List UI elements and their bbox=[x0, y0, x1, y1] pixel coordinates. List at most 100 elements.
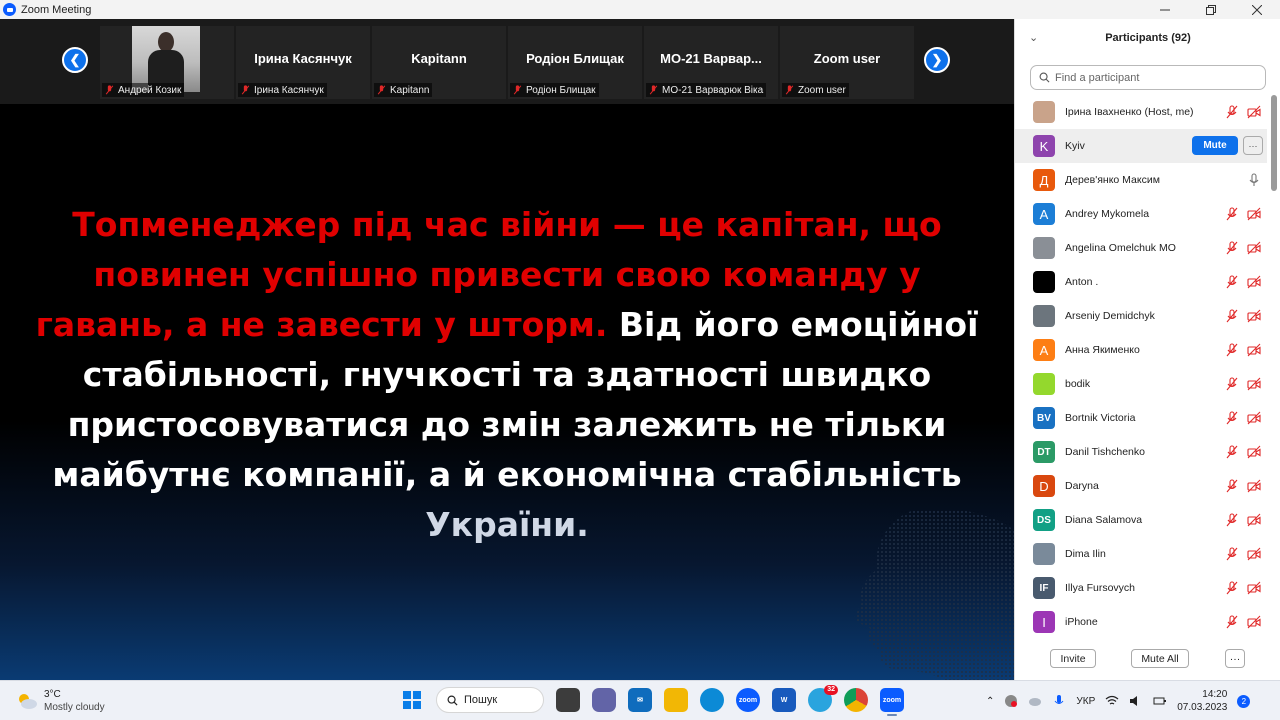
participant-row[interactable]: Arseniy Demidchyk bbox=[1015, 299, 1267, 333]
participant-row[interactable]: Dima Ilin bbox=[1015, 537, 1267, 571]
participant-row[interactable]: IF Illya Fursovych bbox=[1015, 571, 1267, 605]
participant-list-scrollbar[interactable] bbox=[1271, 95, 1277, 635]
avatar: DS bbox=[1033, 509, 1055, 531]
tile-name-label: Kapitann bbox=[374, 83, 433, 97]
mic-off-icon bbox=[513, 85, 522, 95]
word-icon[interactable]: W bbox=[772, 688, 796, 712]
previous-page-button[interactable]: ❮ bbox=[62, 47, 88, 73]
taskbar-apps: Пошук ✉ zoom W 32 zoom bbox=[400, 685, 904, 716]
video-off-icon bbox=[1247, 309, 1261, 323]
avatar bbox=[1033, 101, 1055, 123]
participant-row[interactable]: А Анна Якименко bbox=[1015, 333, 1267, 367]
weather-widget[interactable]: 3°C Mostly cloudy bbox=[16, 688, 105, 714]
participant-more-button[interactable]: ··· bbox=[1243, 136, 1263, 155]
microphone-icon[interactable] bbox=[1052, 694, 1066, 708]
video-tile[interactable]: Родіон Блищак Родіон Блищак bbox=[508, 26, 642, 99]
tile-name-label: МО-21 Варварюк Віка bbox=[646, 83, 767, 97]
teams-chat-icon[interactable] bbox=[592, 688, 616, 712]
search-input[interactable] bbox=[1055, 71, 1255, 84]
participant-name: Kyiv bbox=[1065, 140, 1085, 152]
weather-condition: Mostly cloudy bbox=[44, 702, 105, 713]
window-controls bbox=[1142, 0, 1280, 19]
video-off-icon bbox=[1247, 105, 1261, 119]
mute-all-button[interactable]: Mute All bbox=[1131, 649, 1189, 668]
participant-row[interactable]: Angelina Omelchuk MO bbox=[1015, 231, 1267, 265]
show-hidden-icons-chevron-icon[interactable]: ⌃ bbox=[986, 696, 994, 707]
next-page-button[interactable]: ❯ bbox=[924, 47, 950, 73]
participant-status-icons bbox=[1247, 173, 1261, 187]
video-off-icon bbox=[1247, 547, 1261, 561]
video-tile[interactable]: Ірина Касянчук Ірина Касянчук bbox=[236, 26, 370, 99]
cloud-icon[interactable] bbox=[1028, 694, 1042, 708]
taskbar-search[interactable]: Пошук bbox=[436, 687, 544, 713]
zoom-app-icon[interactable]: zoom bbox=[736, 688, 760, 712]
video-off-icon bbox=[1247, 479, 1261, 493]
avatar: А bbox=[1033, 339, 1055, 361]
mute-participant-button[interactable]: Mute bbox=[1192, 136, 1238, 155]
participant-row[interactable]: Д Дерев'янко Максим bbox=[1015, 163, 1267, 197]
input-language[interactable]: УКР bbox=[1076, 696, 1095, 707]
participant-name: Anton . bbox=[1065, 276, 1099, 288]
file-explorer-icon[interactable] bbox=[664, 688, 688, 712]
telegram-icon[interactable]: 32 bbox=[808, 685, 838, 712]
edge-browser-icon[interactable] bbox=[700, 688, 724, 712]
mic-off-icon bbox=[1226, 513, 1238, 527]
minimize-button[interactable] bbox=[1142, 0, 1188, 19]
avatar bbox=[1033, 305, 1055, 327]
notification-center-badge[interactable]: 2 bbox=[1237, 694, 1251, 708]
participant-row[interactable]: DS Diana Salamova bbox=[1015, 503, 1267, 537]
slide-text-end: України. bbox=[425, 505, 589, 544]
zoom-meeting-taskbar-icon[interactable]: zoom bbox=[880, 688, 904, 716]
participant-row[interactable]: K Kyiv Mute ··· bbox=[1015, 129, 1267, 163]
participant-row[interactable]: D Daryna bbox=[1015, 469, 1267, 503]
system-clock[interactable]: 14:20 07.03.2023 bbox=[1177, 688, 1227, 714]
invite-button[interactable]: Invite bbox=[1050, 649, 1096, 668]
participant-row[interactable]: BV Bortnik Victoria bbox=[1015, 401, 1267, 435]
video-off-icon bbox=[1247, 275, 1261, 289]
weather-temperature: 3°C bbox=[44, 689, 61, 700]
chrome-icon[interactable] bbox=[844, 688, 868, 712]
avatar bbox=[1033, 543, 1055, 565]
video-tile[interactable]: Zoom user Zoom user bbox=[780, 26, 914, 99]
video-off-icon bbox=[1247, 615, 1261, 629]
participant-name: Bortnik Victoria bbox=[1065, 412, 1136, 424]
video-tile[interactable]: Андрей Козик bbox=[100, 26, 234, 99]
close-button[interactable] bbox=[1234, 0, 1280, 19]
task-view-icon[interactable] bbox=[556, 688, 580, 712]
mic-off-icon bbox=[1226, 479, 1238, 493]
windows-taskbar: 3°C Mostly cloudy Пошук ✉ zoom W 32 zoom… bbox=[0, 680, 1280, 720]
participant-status-icons bbox=[1225, 377, 1261, 391]
slide-text: Топменеджер під час війни — це капітан, … bbox=[30, 200, 984, 550]
wifi-icon[interactable] bbox=[1105, 694, 1119, 708]
battery-icon[interactable] bbox=[1153, 694, 1167, 708]
avatar: DT bbox=[1033, 441, 1055, 463]
video-tile[interactable]: Kapitann Kapitann bbox=[372, 26, 506, 99]
participant-row[interactable]: A Andrey Mykomela bbox=[1015, 197, 1267, 231]
restore-button[interactable] bbox=[1188, 0, 1234, 19]
zoom-logo-icon bbox=[3, 3, 16, 16]
participant-row[interactable]: Anton . bbox=[1015, 265, 1267, 299]
shared-screen: Топменеджер під час війни — це капітан, … bbox=[0, 104, 1014, 680]
participants-footer: Invite Mute All ··· bbox=[1015, 649, 1280, 675]
more-options-button[interactable]: ··· bbox=[1225, 649, 1245, 668]
taskbar-search-label: Пошук bbox=[464, 694, 498, 706]
participant-status-icons bbox=[1225, 513, 1261, 527]
avatar bbox=[1033, 271, 1055, 293]
participant-row[interactable]: bodik bbox=[1015, 367, 1267, 401]
volume-icon[interactable] bbox=[1129, 694, 1143, 708]
mic-off-icon bbox=[1226, 309, 1238, 323]
participant-row[interactable]: IiPhone bbox=[1015, 605, 1267, 635]
participant-search[interactable] bbox=[1030, 65, 1266, 90]
video-tile[interactable]: МО-21 Варвар... МО-21 Варварюк Віка bbox=[644, 26, 778, 99]
participant-status-icons bbox=[1225, 241, 1261, 255]
participant-name: Дерев'янко Максим bbox=[1065, 174, 1160, 186]
start-button[interactable] bbox=[400, 688, 424, 712]
security-icon[interactable] bbox=[1004, 694, 1018, 708]
collapse-chevron-icon[interactable]: ⌄ bbox=[1029, 31, 1038, 44]
participant-row[interactable]: DT Danil Tishchenko bbox=[1015, 435, 1267, 469]
video-off-icon bbox=[1247, 343, 1261, 357]
participant-row[interactable]: Ірина Івахненко (Host, me) bbox=[1015, 95, 1267, 129]
mail-icon[interactable]: ✉ bbox=[628, 688, 652, 712]
participant-status-icons bbox=[1225, 479, 1261, 493]
video-off-icon bbox=[1247, 445, 1261, 459]
